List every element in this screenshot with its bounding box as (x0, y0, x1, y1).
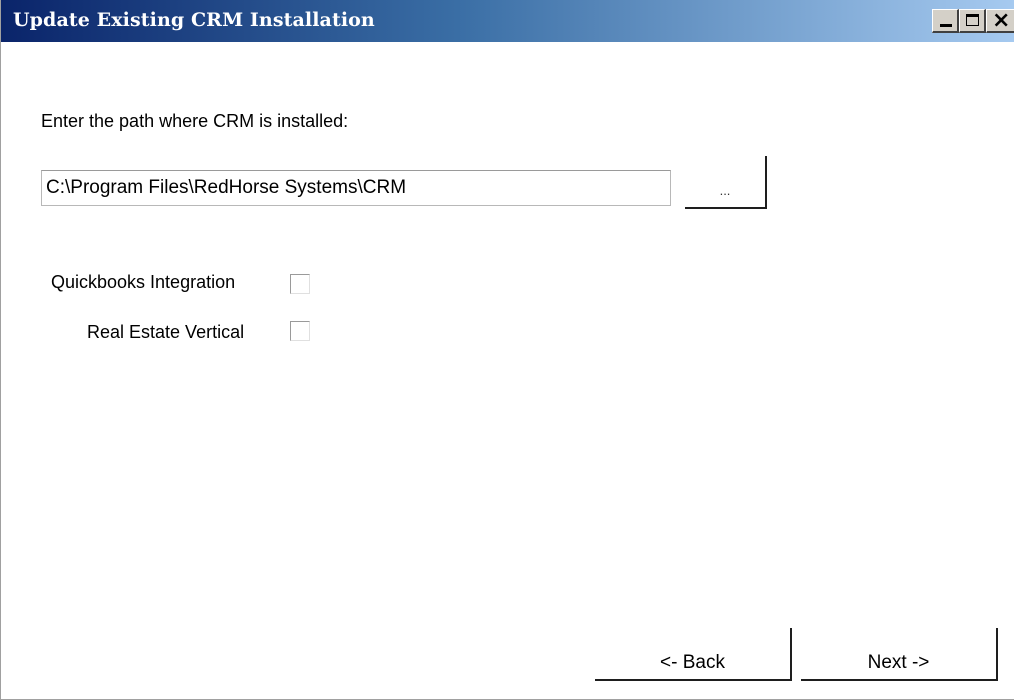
title-bar[interactable]: Update Existing CRM Installation × (1, 0, 1014, 42)
window-title: Update Existing CRM Installation (13, 9, 375, 31)
quickbooks-integration-label: Quickbooks Integration (51, 272, 236, 292)
real-estate-vertical-checkbox[interactable] (290, 321, 310, 341)
installer-window: Update Existing CRM Installation × Enter… (0, 0, 1014, 700)
next-button[interactable]: Next -> (801, 628, 998, 681)
browse-button[interactable]: ... (685, 156, 767, 209)
maximize-button[interactable] (959, 9, 986, 33)
back-button[interactable]: <- Back (595, 628, 792, 681)
minimize-button[interactable] (932, 9, 959, 33)
close-button[interactable]: × (986, 8, 1014, 33)
close-icon: × (992, 8, 1011, 33)
install-path-input[interactable] (41, 170, 671, 206)
maximize-icon (966, 14, 979, 26)
real-estate-vertical-label: Real Estate Vertical (87, 322, 245, 342)
install-path-label: Enter the path where CRM is installed: (41, 111, 349, 131)
quickbooks-integration-checkbox[interactable] (290, 274, 310, 294)
minimize-icon (940, 24, 952, 27)
